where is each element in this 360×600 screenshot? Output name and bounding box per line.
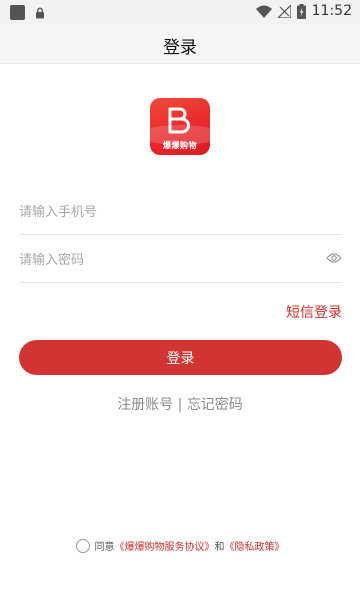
sms-login-link[interactable]: 短信登录 [286,302,342,322]
agree-radio[interactable] [75,539,90,553]
lock-icon [36,7,44,18]
register-link[interactable]: 注册账号 [117,394,173,414]
agreement-prefix: 同意 [94,542,115,553]
battery-icon [296,3,306,19]
status-bar: 11:52 [0,0,360,24]
page-title: 登录 [163,38,197,58]
notification-icon [10,5,25,20]
account-links: 注册账号 | 忘记密码 [0,394,360,414]
forgot-password-link[interactable]: 忘记密码 [187,394,243,414]
eye-icon[interactable] [326,252,342,264]
links-separator: | [173,397,187,413]
status-time: 11:52 [311,3,352,19]
service-terms-link[interactable]: 《爆爆购物服务协议》 [115,542,215,553]
signal-icon [277,4,291,18]
privacy-policy-link[interactable]: 《隐私政策》 [225,542,285,553]
title-bar: 登录 [0,24,360,64]
login-button[interactable]: 登录 [19,340,342,375]
wifi-icon [255,5,272,18]
agreement-row: 同意《爆爆购物服务协议》和《隐私政策》 [0,538,360,553]
app-logo: 爆爆购物 [150,98,210,155]
password-field [19,236,342,283]
logo-text: 爆爆购物 [163,141,197,150]
password-input[interactable] [19,248,309,272]
phone-input[interactable] [19,200,309,224]
phone-field [19,188,342,235]
logo-b-icon [168,107,190,134]
agreement-and: 和 [214,542,225,553]
